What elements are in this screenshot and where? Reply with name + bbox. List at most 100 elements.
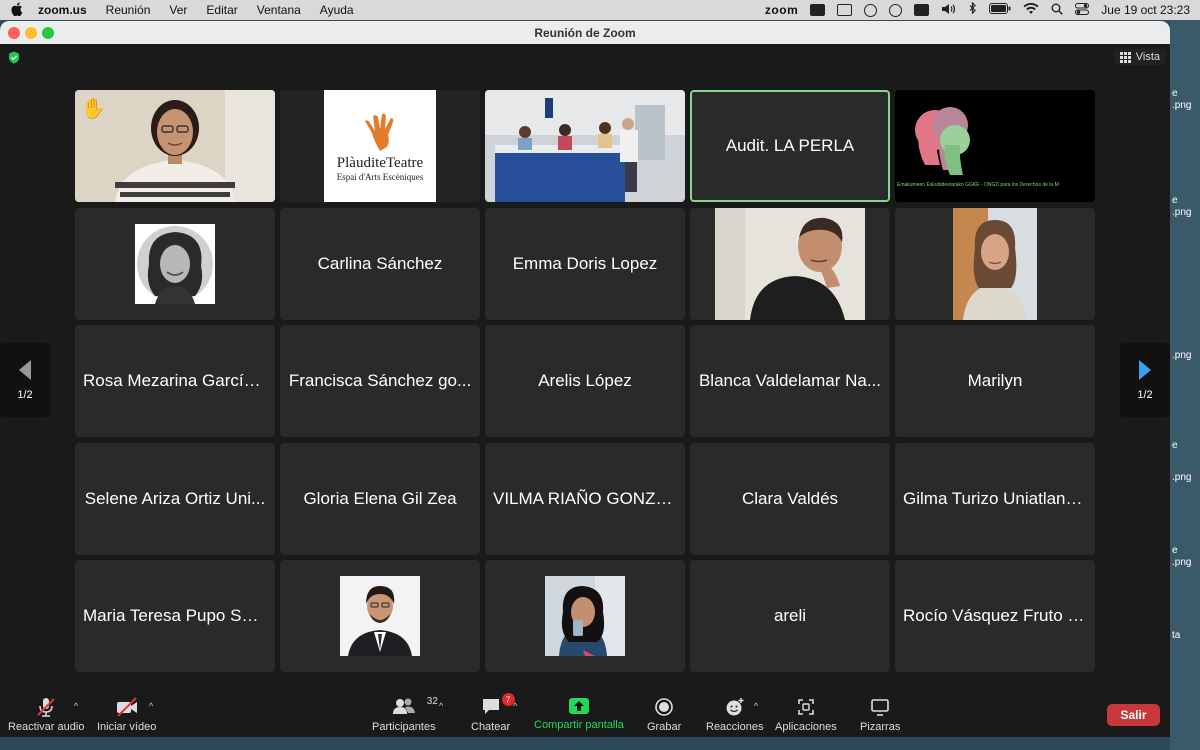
chat-options-caret-icon[interactable]: ^: [513, 701, 517, 711]
participant-tile-logo[interactable]: PlàuditeTeatre Espai d'Arts Escèniques: [280, 90, 480, 202]
display-icon[interactable]: [837, 4, 853, 16]
participant-tile-video[interactable]: [690, 207, 890, 320]
participant-tile-active-speaker[interactable]: Audit. LA PERLA: [690, 90, 890, 202]
zoom-status-label[interactable]: zoom: [765, 3, 798, 17]
reactions-options-caret-icon[interactable]: ^: [754, 701, 758, 711]
creative-cloud-icon[interactable]: [864, 3, 878, 17]
screen-record-icon[interactable]: [889, 3, 903, 17]
participant-tile-video[interactable]: ✋: [75, 90, 275, 202]
participant-tile-photo[interactable]: [280, 560, 480, 672]
security-shield-icon[interactable]: [8, 51, 20, 64]
page-indicator: 1/2: [1137, 389, 1153, 401]
next-page-button[interactable]: 1/2: [1120, 343, 1170, 417]
volume-icon[interactable]: [941, 3, 957, 18]
desktop-file-label: e: [1172, 88, 1178, 99]
arrow-right-icon: [1139, 360, 1151, 380]
participant-tile[interactable]: Rocío Vásquez Fruto U...: [895, 560, 1095, 672]
participant-name: Arelis López: [538, 371, 632, 390]
leave-meeting-button[interactable]: Salir: [1107, 704, 1160, 726]
unmute-button[interactable]: Reactivar audio: [8, 697, 84, 733]
participant-tile[interactable]: Blanca Valdelamar Na...: [690, 325, 890, 437]
record-icon: [655, 698, 673, 716]
video-off-icon: [116, 697, 137, 717]
participant-tile-photo[interactable]: [485, 560, 685, 672]
participant-tile[interactable]: Arelis López: [485, 325, 685, 437]
participant-tile-logo[interactable]: Emakumeen Eskubideetarako GGKE - ONGD pa…: [895, 90, 1095, 202]
video-options-caret-icon[interactable]: ^: [149, 701, 153, 711]
menu-ventana[interactable]: Ventana: [257, 3, 301, 17]
desktop-file-label: e: [1172, 195, 1178, 206]
participant-avatar: [340, 576, 420, 656]
participant-video-feed: [485, 90, 685, 202]
whiteboard-icon: [871, 699, 889, 716]
participant-name: Emma Doris Lopez: [512, 253, 658, 273]
menubar-clock[interactable]: Jue 19 oct 23:23: [1101, 3, 1190, 17]
share-screen-icon: [568, 698, 589, 714]
participant-tile[interactable]: Marilyn: [895, 325, 1095, 437]
audio-options-caret-icon[interactable]: ^: [74, 701, 78, 711]
apple-icon[interactable]: [10, 1, 24, 19]
menu-app-name[interactable]: zoom.us: [38, 3, 87, 17]
window-title: Reunión de Zoom: [534, 25, 636, 40]
muted-microphone-icon: [37, 698, 55, 717]
participant-avatar: [545, 576, 625, 656]
participant-video-feed: [953, 207, 1037, 320]
battery-icon[interactable]: [989, 3, 1011, 17]
participant-tile[interactable]: Carlina Sánchez: [280, 207, 480, 320]
menu-ayuda[interactable]: Ayuda: [320, 3, 354, 17]
control-center-icon[interactable]: [1075, 2, 1090, 18]
share-screen-button[interactable]: Compartir pantalla: [534, 697, 624, 731]
participants-options-caret-icon[interactable]: ^: [439, 701, 443, 711]
participant-tile[interactable]: Clara Valdés: [690, 442, 890, 555]
participant-name: Clara Valdés: [741, 488, 839, 508]
participant-tile[interactable]: areli: [690, 560, 890, 672]
menu-editar[interactable]: Editar: [206, 3, 237, 17]
share-screen-label: Compartir pantalla: [534, 719, 624, 731]
participant-tile[interactable]: Selene Ariza Ortiz Uni...: [75, 442, 275, 555]
text-app-icon[interactable]: [914, 4, 930, 16]
logo-main-text: PlàuditeTeatre: [336, 154, 424, 171]
macos-menu-bar: zoom.us Reunión Ver Editar Ventana Ayuda…: [0, 0, 1200, 20]
participant-gallery: ✋ PlàuditeTeatre Espai d'Arts Escèniques: [75, 90, 1095, 672]
menu-reunion[interactable]: Reunión: [106, 3, 151, 17]
logo-sub-text: Espai d'Arts Escèniques: [336, 171, 424, 182]
participant-tile[interactable]: Gilma Turizo Uniatlanti...: [895, 442, 1095, 555]
menu-ver[interactable]: Ver: [169, 3, 187, 17]
chat-bubble-icon: [482, 699, 499, 714]
chat-button[interactable]: 7 Chatear: [471, 693, 515, 733]
participant-tile[interactable]: VILMA RIAÑO GONZA...: [485, 442, 685, 555]
participant-tile-photo[interactable]: [75, 207, 275, 320]
meeting-topbar: Vista: [0, 44, 1170, 69]
participant-name: Carlina Sánchez: [317, 253, 443, 273]
participants-button[interactable]: 32 Participantes: [372, 696, 438, 733]
participant-tile[interactable]: Francisca Sánchez go...: [280, 325, 480, 437]
participant-tile[interactable]: Maria Teresa Pupo Sal...: [75, 560, 275, 672]
record-button[interactable]: Grabar: [647, 697, 681, 733]
close-window-button[interactable]: [8, 27, 20, 39]
participant-name: Marilyn: [967, 371, 1023, 390]
participant-tile-video[interactable]: [895, 207, 1095, 320]
wifi-icon[interactable]: [1023, 2, 1039, 18]
participant-tile-video[interactable]: [485, 90, 685, 202]
search-icon[interactable]: [1051, 3, 1064, 18]
minimize-window-button[interactable]: [25, 27, 37, 39]
participant-name: Gilma Turizo Uniatlanti...: [903, 488, 1087, 508]
desktop-file-label: .png: [1172, 350, 1192, 361]
participant-tile[interactable]: Gloria Elena Gil Zea: [280, 442, 480, 555]
previous-page-button[interactable]: 1/2: [0, 343, 50, 417]
bluetooth-icon[interactable]: [969, 1, 977, 18]
apps-label: Aplicaciones: [775, 721, 837, 733]
whiteboards-button[interactable]: Pizarras: [860, 697, 900, 733]
chat-label: Chatear: [471, 721, 511, 733]
participant-tile[interactable]: Rosa Mezarina García...: [75, 325, 275, 437]
reactions-emoji-icon: [726, 698, 744, 716]
participant-tile[interactable]: Emma Doris Lopez: [485, 207, 685, 320]
participant-name: Blanca Valdelamar Na...: [698, 371, 882, 390]
start-video-button[interactable]: Iniciar vídeo: [97, 697, 156, 733]
view-button[interactable]: Vista: [1113, 49, 1166, 65]
drive-icon[interactable]: [810, 4, 826, 16]
window-titlebar[interactable]: Reunión de Zoom: [0, 21, 1170, 44]
reactions-label: Reacciones: [706, 721, 764, 733]
apps-button[interactable]: Aplicaciones: [775, 697, 837, 733]
fullscreen-window-button[interactable]: [42, 27, 54, 39]
